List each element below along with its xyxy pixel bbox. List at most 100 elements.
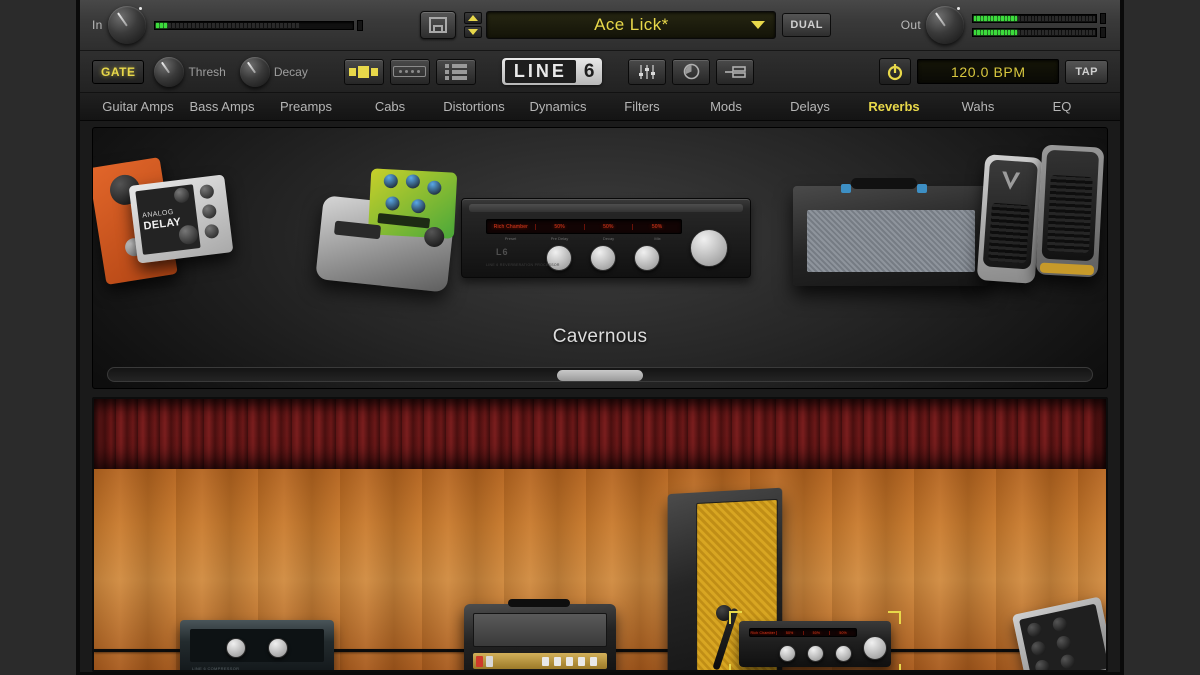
chain-item-reverb-rack[interactable]: Rich Chamber 50% 50% 50% [729,611,901,670]
tab-bass-amps[interactable]: Bass Amps [180,99,264,114]
rack-mix-knob[interactable] [690,229,728,267]
routing-button[interactable] [716,58,755,85]
meter-segment [990,29,994,35]
gear-analog-delay-pedal[interactable]: ANALOG DELAY [128,174,234,264]
meter-segment [1045,29,1048,35]
gear-wah-pedal-1[interactable] [976,154,1044,284]
app-window: In Ace Lick* DUAL Out GATE Thresh Decay … [76,0,1124,675]
meter-segment [987,29,990,35]
lcd-cell-decay: 50% [585,223,634,230]
meter-segment [1024,29,1028,35]
meter-segment [1048,29,1051,35]
toolbar-mid: GATE Thresh Decay LINE 6 120.0 BPM TAP [80,51,1120,93]
preset-spinner [464,12,483,38]
view-dots-button[interactable] [389,58,430,85]
input-gain-knob[interactable] [107,6,146,44]
lcd-label-mix: Mix [654,236,661,241]
tempo-clock-icon [888,63,903,80]
rack-knob-2[interactable] [590,245,616,271]
tab-wahs[interactable]: Wahs [936,99,1020,114]
gear-scrollbar[interactable] [107,367,1093,382]
triangle-down-icon [468,29,479,35]
tab-mods[interactable]: Mods [684,99,768,114]
output-meter-bar-right [971,27,1097,37]
chain-reverb-knob-1[interactable] [779,645,796,662]
chain-reverb-knob-3[interactable] [835,645,852,662]
line6-v-logo-icon [1002,171,1021,190]
compressor-knob-1[interactable] [226,638,246,658]
meter-segment [243,22,247,28]
bpm-field[interactable]: 120.0 BPM [917,59,1060,84]
meter-segment [1014,29,1018,35]
chain-reverb-mix-knob[interactable] [863,636,887,660]
chain-reverb-lcd: Rich Chamber 50% 50% 50% [749,628,857,637]
chain-reverb-knob-2[interactable] [807,645,824,662]
meter-segment [994,15,997,21]
tuner-button[interactable] [672,58,711,85]
gate-decay-knob[interactable] [239,56,270,87]
meter-segment [291,22,295,28]
meter-segment [1021,29,1024,35]
preset-selector: Ace Lick* DUAL [464,11,831,39]
tap-tempo-button[interactable]: TAP [1065,59,1108,84]
meter-segment [1072,29,1075,35]
gate-thresh-knob[interactable] [154,56,185,87]
gear-browser[interactable]: ANALOG DELAY Rich Chamber 50% 50% 50% Pr… [92,127,1108,389]
routing-icon [725,65,747,78]
compressor-knob-2[interactable] [268,638,288,658]
chain-item-amp-head[interactable] [464,599,616,670]
meter-segment [255,22,259,28]
tab-delays[interactable]: Delays [768,99,852,114]
meter-segment [1028,15,1031,21]
line6-number: 6 [583,60,595,82]
meter-segment [1014,15,1018,21]
tab-reverbs[interactable]: Reverbs [852,99,936,114]
tab-cabs[interactable]: Cabs [348,99,432,114]
gear-wah-pedal-2[interactable] [1035,144,1105,278]
output-section: Out [889,6,1106,44]
preset-prev-button[interactable] [464,12,483,24]
selection-bracket-top-left [729,611,742,624]
preset-next-button[interactable] [464,26,483,38]
meter-segment [990,15,994,21]
view-blocks-button[interactable] [343,58,384,85]
view-list-button[interactable] [435,58,476,85]
gear-reverb-rack-unit[interactable]: Rich Chamber 50% 50% 50% Preset Pre Dela… [461,198,751,278]
meter-segment [1082,29,1085,35]
mixer-button[interactable] [628,58,667,85]
meter-segment [987,15,990,21]
meter-segment [179,22,183,28]
tab-dynamics[interactable]: Dynamics [516,99,600,114]
dual-tone-button[interactable]: DUAL [782,13,831,37]
meter-segment [997,29,1001,35]
lcd-label-preset: Preset [504,236,517,241]
gear-speaker-cabinet[interactable] [793,168,1003,288]
meter-segment [187,22,191,28]
meter-segment [163,22,167,28]
gear-scrollbar-thumb[interactable] [557,370,643,381]
rack-knob-3[interactable] [634,245,660,271]
gear-green-expression-pedal[interactable] [315,161,459,293]
chevron-down-icon[interactable] [751,21,766,29]
meter-segment [980,29,984,35]
signal-chain-stage[interactable]: LINE 6 COMPRESSOR Rich Chamber 50% 50% 5… [92,397,1108,672]
meter-segment [1055,29,1058,35]
save-preset-button[interactable] [420,11,457,39]
meter-segment [1004,29,1007,35]
output-gain-knob[interactable] [925,6,964,44]
gate-toggle-button[interactable]: GATE [92,59,145,84]
tempo-button[interactable] [879,58,912,85]
lcd-cell-preset: Rich Chamber [487,223,536,230]
tab-filters[interactable]: Filters [600,99,684,114]
tab-eq[interactable]: EQ [1020,99,1104,114]
chain-lcd-preset: Rich Chamber [750,630,777,635]
preset-name-field[interactable]: Ace Lick* [486,11,777,39]
input-meter [153,19,363,31]
tab-guitar-amps[interactable]: Guitar Amps [96,99,180,114]
gate-decay-label: Decay [273,64,308,79]
tab-distortions[interactable]: Distortions [432,99,516,114]
chain-item-compressor-rack[interactable]: LINE 6 COMPRESSOR [180,620,334,670]
rack-knob-1[interactable] [546,245,572,271]
input-meter-bar-left [153,20,354,30]
tab-preamps[interactable]: Preamps [264,99,348,114]
